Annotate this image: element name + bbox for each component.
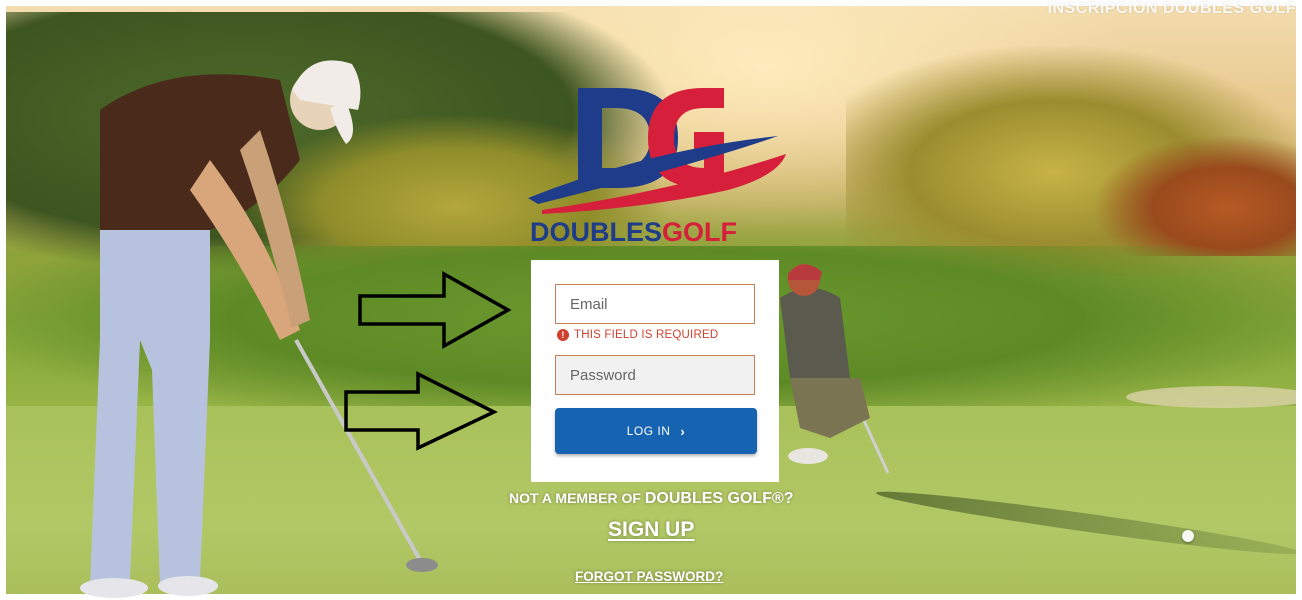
not-member-brand: DOUBLES GOLF®? xyxy=(644,490,794,507)
login-card: ! THIS FIELD IS REQUIRED LOG IN › xyxy=(531,260,779,482)
not-member-prefix: NOT A MEMBER OF xyxy=(509,490,641,506)
password-field[interactable] xyxy=(555,355,755,395)
logo-word-golf: GOLF xyxy=(662,217,738,247)
error-icon: ! xyxy=(557,329,569,341)
golfer-background-illustration xyxy=(780,264,890,474)
login-button[interactable]: LOG IN › xyxy=(555,408,757,454)
email-error-message: ! THIS FIELD IS REQUIRED xyxy=(557,329,718,341)
not-member-text: NOT A MEMBER OF DOUBLES GOLF®? xyxy=(509,490,809,508)
error-text: THIS FIELD IS REQUIRED xyxy=(574,329,719,341)
login-button-label: LOG IN xyxy=(626,424,671,438)
signup-link[interactable]: SIGN UP xyxy=(608,518,694,542)
logo-word-doubles: DOUBLES xyxy=(530,217,663,247)
logo-wordmark: DOUBLESGOLF xyxy=(530,216,737,248)
email-field[interactable] xyxy=(555,284,755,324)
golf-ball xyxy=(1182,530,1194,542)
forgot-password-link[interactable]: FORGOT PASSWORD? xyxy=(575,569,723,584)
right-arrow-icon xyxy=(344,371,498,451)
right-arrow-icon xyxy=(358,271,512,349)
chevron-right-icon: › xyxy=(680,423,686,439)
background-autumn-trees xyxy=(1096,136,1296,256)
